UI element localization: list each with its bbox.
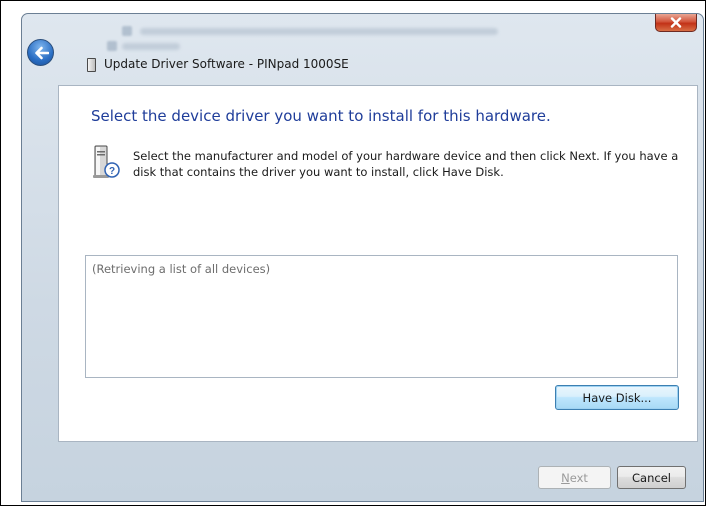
window-title: Update Driver Software - PINpad 1000SE: [104, 57, 349, 71]
back-arrow-icon: [34, 46, 49, 59]
next-label: ext: [569, 470, 588, 485]
next-button[interactable]: Next: [538, 466, 611, 489]
cancel-button[interactable]: Cancel: [617, 466, 686, 489]
device-list[interactable]: (Retrieving a list of all devices): [85, 255, 678, 378]
background-blur-text: [140, 28, 498, 35]
background-blur-text: [122, 43, 180, 50]
svg-text:?: ?: [109, 166, 115, 177]
background-blur-icon: [122, 26, 132, 36]
page-heading: Select the device driver you want to ins…: [91, 107, 551, 125]
instructions-text: Select the manufacturer and model of you…: [133, 149, 679, 179]
background-blur-icon: [107, 41, 117, 51]
device-icon: [87, 58, 96, 72]
list-status-text: (Retrieving a list of all devices): [92, 262, 271, 276]
hardware-help-icon: ?: [93, 145, 120, 178]
next-mnemonic: N: [561, 470, 570, 485]
have-disk-button[interactable]: Have Disk...: [555, 385, 679, 410]
close-icon: [670, 17, 682, 28]
back-button[interactable]: [27, 39, 54, 66]
close-button[interactable]: [655, 14, 697, 32]
